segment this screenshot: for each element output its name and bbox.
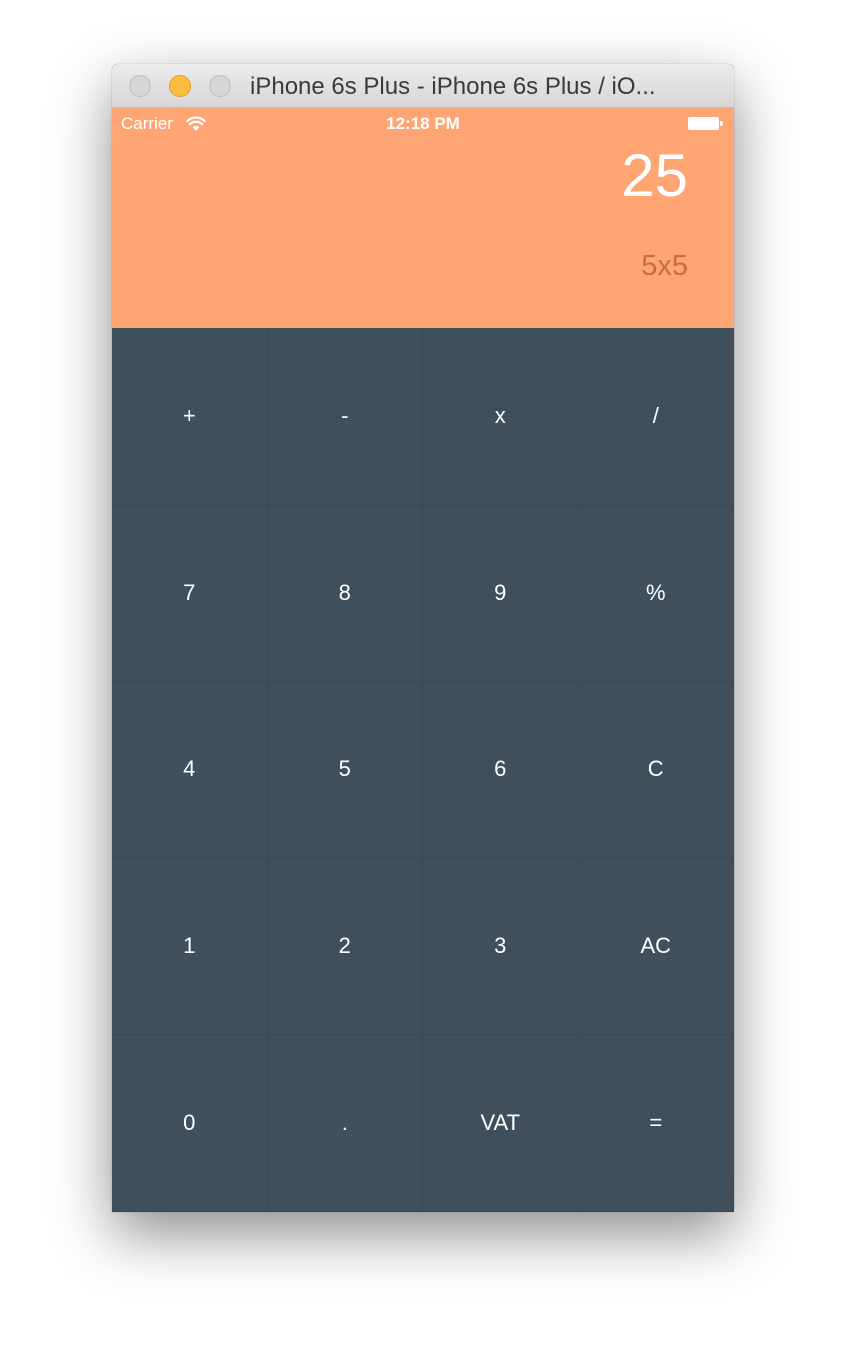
key-6[interactable]: 6 bbox=[423, 681, 579, 859]
key-multiply[interactable]: x bbox=[423, 328, 579, 505]
key-percent[interactable]: % bbox=[578, 504, 734, 682]
key-all-clear[interactable]: AC bbox=[578, 858, 734, 1036]
result-value: 25 bbox=[621, 142, 688, 209]
key-2[interactable]: 2 bbox=[267, 858, 423, 1036]
key-minus[interactable]: - bbox=[267, 328, 423, 505]
zoom-window-button[interactable] bbox=[209, 75, 231, 97]
key-equals[interactable]: = bbox=[578, 1035, 734, 1212]
minimize-window-button[interactable] bbox=[169, 75, 191, 97]
key-4[interactable]: 4 bbox=[112, 681, 268, 859]
key-decimal[interactable]: . bbox=[267, 1035, 423, 1212]
window-titlebar[interactable]: iPhone 6s Plus - iPhone 6s Plus / iO... bbox=[112, 64, 734, 108]
keypad: + - x / 7 8 9 % 4 5 6 C 1 2 3 AC 0 . VAT… bbox=[112, 328, 734, 1212]
key-0[interactable]: 0 bbox=[112, 1035, 268, 1212]
calculator-display: Carrier 12:18 PM 25 5x5 bbox=[112, 108, 734, 328]
simulator-window: iPhone 6s Plus - iPhone 6s Plus / iO... … bbox=[112, 64, 734, 1212]
key-clear[interactable]: C bbox=[578, 681, 734, 859]
expression-value: 5x5 bbox=[641, 250, 688, 282]
key-3[interactable]: 3 bbox=[423, 858, 579, 1036]
device-screen: Carrier 12:18 PM 25 5x5 + - x / 7 8 9 % bbox=[112, 108, 734, 1212]
key-5[interactable]: 5 bbox=[267, 681, 423, 859]
key-1[interactable]: 1 bbox=[112, 858, 268, 1036]
close-window-button[interactable] bbox=[129, 75, 151, 97]
window-title: iPhone 6s Plus - iPhone 6s Plus / iO... bbox=[250, 73, 656, 100]
status-time: 12:18 PM bbox=[386, 114, 460, 133]
key-7[interactable]: 7 bbox=[112, 504, 268, 682]
key-vat[interactable]: VAT bbox=[423, 1035, 579, 1212]
key-divide[interactable]: / bbox=[578, 328, 734, 505]
battery-tip bbox=[720, 121, 723, 126]
status-bar: Carrier 12:18 PM bbox=[112, 108, 734, 140]
battery-icon bbox=[688, 117, 719, 130]
key-9[interactable]: 9 bbox=[423, 504, 579, 682]
key-8[interactable]: 8 bbox=[267, 504, 423, 682]
key-plus[interactable]: + bbox=[112, 328, 268, 505]
